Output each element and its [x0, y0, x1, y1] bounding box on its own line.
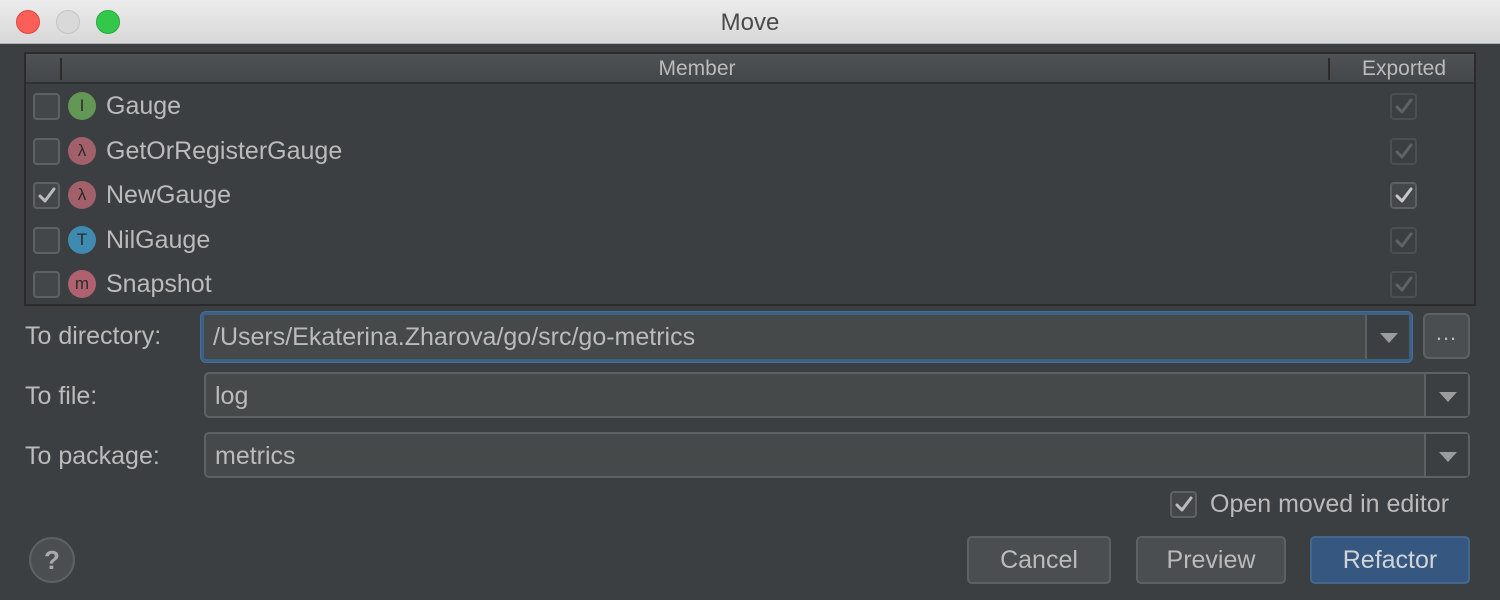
- checkmark-icon: [38, 187, 56, 203]
- column-header-exported[interactable]: Exported: [1332, 57, 1476, 81]
- exported-checkbox: [1390, 226, 1417, 254]
- refactor-button[interactable]: Refactor: [1310, 536, 1470, 584]
- function-icon: λ: [68, 136, 96, 165]
- member-name: Gauge: [106, 92, 182, 120]
- member-name: GetOrRegisterGauge: [106, 136, 343, 165]
- type-icon: T: [68, 225, 96, 254]
- checkmark-icon: [1395, 187, 1413, 203]
- table-row[interactable]: λ NewGauge: [26, 173, 1474, 218]
- member-select-checkbox[interactable]: [33, 93, 60, 120]
- help-button[interactable]: ?: [29, 537, 75, 583]
- column-separator[interactable]: [60, 58, 62, 80]
- member-name: Snapshot: [106, 270, 212, 298]
- checkmark-icon: [1395, 232, 1413, 247]
- title-bar: Move: [0, 0, 1500, 44]
- checkmark-icon: [1395, 276, 1413, 292]
- chevron-down-icon: [1439, 392, 1457, 402]
- to-package-combo[interactable]: metrics: [204, 432, 1470, 478]
- member-select-checkbox[interactable]: [33, 137, 60, 165]
- window-title: Move: [720, 9, 780, 36]
- member-select-checkbox[interactable]: [33, 271, 60, 298]
- to-directory-label: To directory:: [25, 322, 162, 350]
- interface-icon: I: [68, 92, 96, 120]
- table-row[interactable]: m Snapshot: [26, 262, 1474, 307]
- member-select-checkbox[interactable]: [33, 226, 60, 254]
- table-row[interactable]: I Gauge: [26, 84, 1474, 129]
- preview-button[interactable]: Preview: [1136, 536, 1286, 584]
- chevron-down-icon: [1380, 333, 1398, 343]
- member-select-checkbox[interactable]: [33, 182, 60, 209]
- to-file-label: To file:: [25, 382, 98, 410]
- to-package-input[interactable]: metrics: [215, 442, 296, 471]
- checkmark-icon: [1395, 143, 1413, 158]
- exported-checkbox[interactable]: [1390, 182, 1417, 209]
- table-body: I Gauge λ GetOrRegisterGauge λ NewGauge T NilGa…: [26, 84, 1474, 307]
- to-directory-dropdown-button[interactable]: [1365, 315, 1409, 359]
- open-moved-in-editor-checkbox[interactable]: [1170, 491, 1197, 518]
- members-table: Member Exported I Gauge λ GetOrRegisterGaug…: [24, 52, 1476, 306]
- table-row[interactable]: λ GetOrRegisterGauge: [26, 129, 1474, 174]
- to-package-dropdown-button[interactable]: [1424, 434, 1468, 476]
- member-name: NewGauge: [106, 181, 232, 209]
- exported-checkbox: [1390, 271, 1417, 298]
- browse-directory-button[interactable]: ...: [1423, 313, 1470, 359]
- cancel-button[interactable]: Cancel: [967, 536, 1111, 584]
- column-separator[interactable]: [1328, 58, 1330, 80]
- to-file-combo[interactable]: log: [204, 372, 1470, 418]
- to-file-input[interactable]: log: [215, 382, 248, 411]
- checkmark-icon: [1395, 98, 1413, 114]
- method-icon: m: [68, 270, 96, 298]
- member-name: NilGauge: [106, 225, 211, 254]
- chevron-down-icon: [1439, 452, 1457, 462]
- to-package-label: To package:: [25, 442, 160, 470]
- exported-checkbox: [1390, 93, 1417, 120]
- to-directory-combo[interactable]: /Users/Ekaterina.Zharova/go/src/go-metri…: [201, 312, 1412, 362]
- column-header-member[interactable]: Member: [64, 57, 1330, 81]
- to-file-dropdown-button[interactable]: [1424, 374, 1468, 416]
- exported-checkbox: [1390, 137, 1417, 165]
- table-row[interactable]: T NilGauge: [26, 218, 1474, 263]
- to-directory-input[interactable]: /Users/Ekaterina.Zharova/go/src/go-metri…: [213, 323, 695, 352]
- checkmark-icon: [1175, 496, 1193, 512]
- open-moved-in-editor-label[interactable]: Open moved in editor: [1210, 490, 1449, 519]
- function-icon: λ: [68, 181, 96, 209]
- table-header: Member Exported: [26, 54, 1474, 84]
